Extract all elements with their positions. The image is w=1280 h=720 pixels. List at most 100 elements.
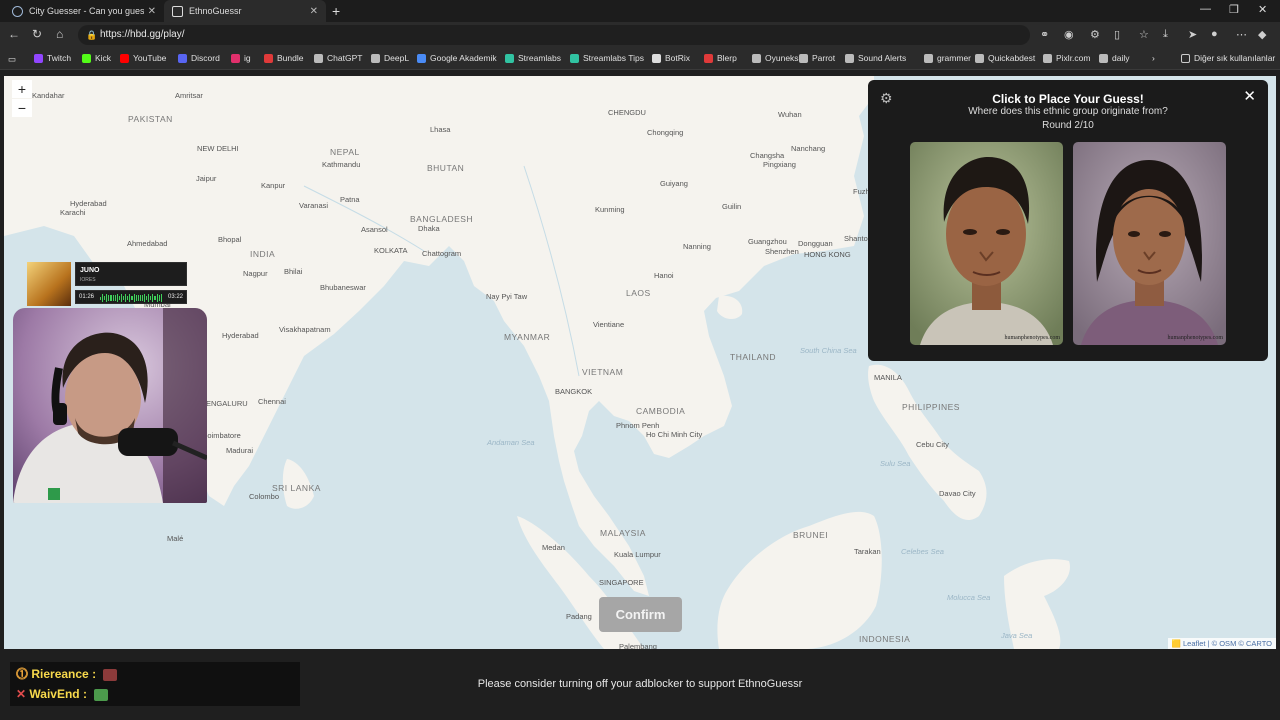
waveform-bar bbox=[118, 295, 120, 301]
bookmark-item[interactable]: Google Akademik bbox=[417, 53, 497, 63]
share-icon[interactable]: ➤ bbox=[1188, 28, 1197, 41]
city-label: Chennai bbox=[258, 397, 286, 406]
city-label: Dhaka bbox=[418, 224, 440, 233]
bookmark-item[interactable]: Sound Alerts bbox=[845, 53, 906, 63]
bookmarks-overflow-icon[interactable]: › bbox=[1152, 53, 1155, 63]
bookmark-item[interactable]: ChatGPT bbox=[314, 53, 362, 63]
bookmark-label: Kick bbox=[95, 53, 112, 63]
extension-icon[interactable]: ◉ bbox=[1064, 28, 1074, 41]
bookmark-label: DeepL bbox=[384, 53, 410, 63]
map-attribution[interactable]: 🟨 Leaflet | © OSM © CARTO bbox=[1167, 638, 1276, 649]
home-icon[interactable]: ⌂ bbox=[56, 27, 63, 41]
favorites-icon[interactable]: ☆ bbox=[1139, 28, 1149, 41]
bookmark-label: ChatGPT bbox=[327, 53, 363, 63]
profile-avatar-icon[interactable]: ● bbox=[1211, 28, 1218, 40]
bookmark-item[interactable]: Kick bbox=[82, 53, 111, 63]
bookmark-item[interactable]: Parrot bbox=[799, 53, 835, 63]
bookmark-label: Discord bbox=[191, 53, 220, 63]
bookmark-item[interactable]: Quickabdest bbox=[975, 53, 1035, 63]
city-label: Palembang bbox=[619, 642, 657, 649]
bookmarks-toggle-icon[interactable]: ▭ bbox=[8, 54, 16, 65]
waveform-bar bbox=[102, 294, 104, 302]
artist-name: IORES bbox=[80, 277, 96, 283]
bookmark-item[interactable]: grammer bbox=[924, 53, 971, 63]
webcam-feed bbox=[13, 308, 207, 503]
tab-close-icon[interactable]: ✕ bbox=[310, 6, 318, 17]
country-label: NEPAL bbox=[330, 147, 360, 157]
copilot-icon[interactable]: ◆ bbox=[1258, 28, 1266, 41]
city-label: ENGALURU bbox=[206, 399, 248, 408]
song-title: JUNO bbox=[80, 267, 100, 274]
extension-icon[interactable]: ⚙ bbox=[1090, 28, 1100, 41]
bookmark-favicon-icon bbox=[1099, 53, 1108, 63]
bookmark-favicon-icon bbox=[799, 53, 808, 63]
sea-label: South China Sea bbox=[800, 346, 857, 355]
sea-label: Andaman Sea bbox=[487, 438, 535, 447]
split-screen-icon[interactable]: ▯ bbox=[1114, 28, 1120, 41]
folder-icon bbox=[1181, 53, 1190, 63]
waveform-bar bbox=[150, 296, 152, 300]
bookmark-item[interactable]: daily bbox=[1099, 53, 1129, 63]
guess-panel: ⚙ ✕ Click to Place Your Guess! Where doe… bbox=[868, 80, 1268, 361]
female-phenotype-image: humanphenotypes.com bbox=[1073, 142, 1226, 345]
waveform-bar bbox=[148, 294, 150, 302]
city-label: Varanasi bbox=[299, 201, 329, 210]
city-label: Vientiane bbox=[593, 320, 625, 329]
waveform-bar bbox=[114, 294, 116, 302]
bookmark-item[interactable]: ig bbox=[231, 53, 251, 63]
reload-icon[interactable]: ↻ bbox=[32, 27, 42, 41]
minimize-icon[interactable]: — bbox=[1200, 3, 1211, 15]
bookmark-item[interactable]: Discord bbox=[178, 53, 220, 63]
zoom-out-button[interactable]: − bbox=[12, 99, 32, 117]
country-label: BANGLADESH bbox=[410, 214, 474, 224]
bookmark-item[interactable]: Streamlabs bbox=[505, 53, 561, 63]
bookmark-item[interactable]: Pixlr.com bbox=[1043, 53, 1090, 63]
extension-icon[interactable]: ⚭ bbox=[1040, 28, 1049, 41]
bookmark-item[interactable]: BotRix bbox=[652, 53, 690, 63]
back-icon[interactable]: ← bbox=[8, 27, 20, 41]
bookmark-item[interactable]: Twitch bbox=[34, 53, 71, 63]
waveform-bar bbox=[160, 294, 162, 302]
other-bookmarks[interactable]: Diğer sık kullanılanlar bbox=[1181, 53, 1275, 63]
maximize-icon[interactable]: ❐ bbox=[1229, 3, 1239, 16]
waveform-bar bbox=[154, 295, 156, 301]
bookmark-label: Google Akademik bbox=[430, 53, 497, 63]
bookmark-item[interactable]: Streamlabs Tips bbox=[570, 53, 644, 63]
city-label: Shenzhen bbox=[765, 247, 799, 256]
bookmark-item[interactable]: Bundle bbox=[264, 53, 303, 63]
bookmark-label: Blerp bbox=[717, 53, 737, 63]
waveform-bar bbox=[143, 294, 146, 302]
download-icon[interactable]: ⤓ bbox=[1163, 28, 1168, 41]
address-toolbar: ← ↻ ⌂ 🔒 https://hbd.gg/play/ ⚭ ◉ ⚙ ▯ ☆ ⤓… bbox=[0, 22, 1280, 48]
city-label: Ahmedabad bbox=[127, 239, 168, 248]
menu-icon[interactable]: ⋯ bbox=[1236, 28, 1247, 41]
chat-username: Riereance : bbox=[31, 667, 97, 681]
waveform-bar bbox=[104, 295, 106, 301]
now-playing-widget: JUNO IORES 01:26 03:22 bbox=[27, 262, 187, 306]
browser-tab-bar: City Guesser - Can you guess whi ✕ Ethno… bbox=[0, 0, 1280, 22]
bookmark-item[interactable]: DeepL bbox=[371, 53, 409, 63]
city-label: Pingxiang bbox=[763, 160, 796, 169]
bookmark-item[interactable]: YouTube bbox=[120, 53, 166, 63]
country-label: THAILAND bbox=[730, 352, 777, 362]
window-close-icon[interactable]: ✕ bbox=[1258, 3, 1267, 16]
zoom-in-button[interactable]: + bbox=[12, 80, 32, 98]
city-label: Tarakan bbox=[854, 547, 881, 556]
tab-close-icon[interactable]: ✕ bbox=[148, 6, 156, 17]
bookmark-favicon-icon bbox=[34, 53, 43, 63]
country-label: MALAYSIA bbox=[600, 528, 646, 538]
bookmark-item[interactable]: Blerp bbox=[704, 53, 737, 63]
city-label: Guangzhou bbox=[748, 237, 787, 246]
bookmark-label: Parrot bbox=[812, 53, 836, 63]
city-label: Hyderabad bbox=[222, 331, 259, 340]
url-field[interactable]: 🔒 https://hbd.gg/play/ bbox=[78, 25, 1030, 45]
bookmark-favicon-icon bbox=[231, 53, 240, 63]
tab-ethnoguessr[interactable]: EthnoGuessr ✕ bbox=[164, 0, 326, 22]
tab-city-guesser[interactable]: City Guesser - Can you guess whi ✕ bbox=[4, 0, 164, 22]
chat-badge-icon: ✕ bbox=[16, 687, 27, 701]
bookmark-item[interactable]: Oyuneks bbox=[752, 53, 799, 63]
waveform-bar bbox=[120, 294, 123, 302]
bookmark-label: Streamlabs bbox=[518, 53, 561, 63]
new-tab-button[interactable]: + bbox=[332, 3, 340, 19]
confirm-button[interactable]: Confirm bbox=[599, 597, 682, 632]
